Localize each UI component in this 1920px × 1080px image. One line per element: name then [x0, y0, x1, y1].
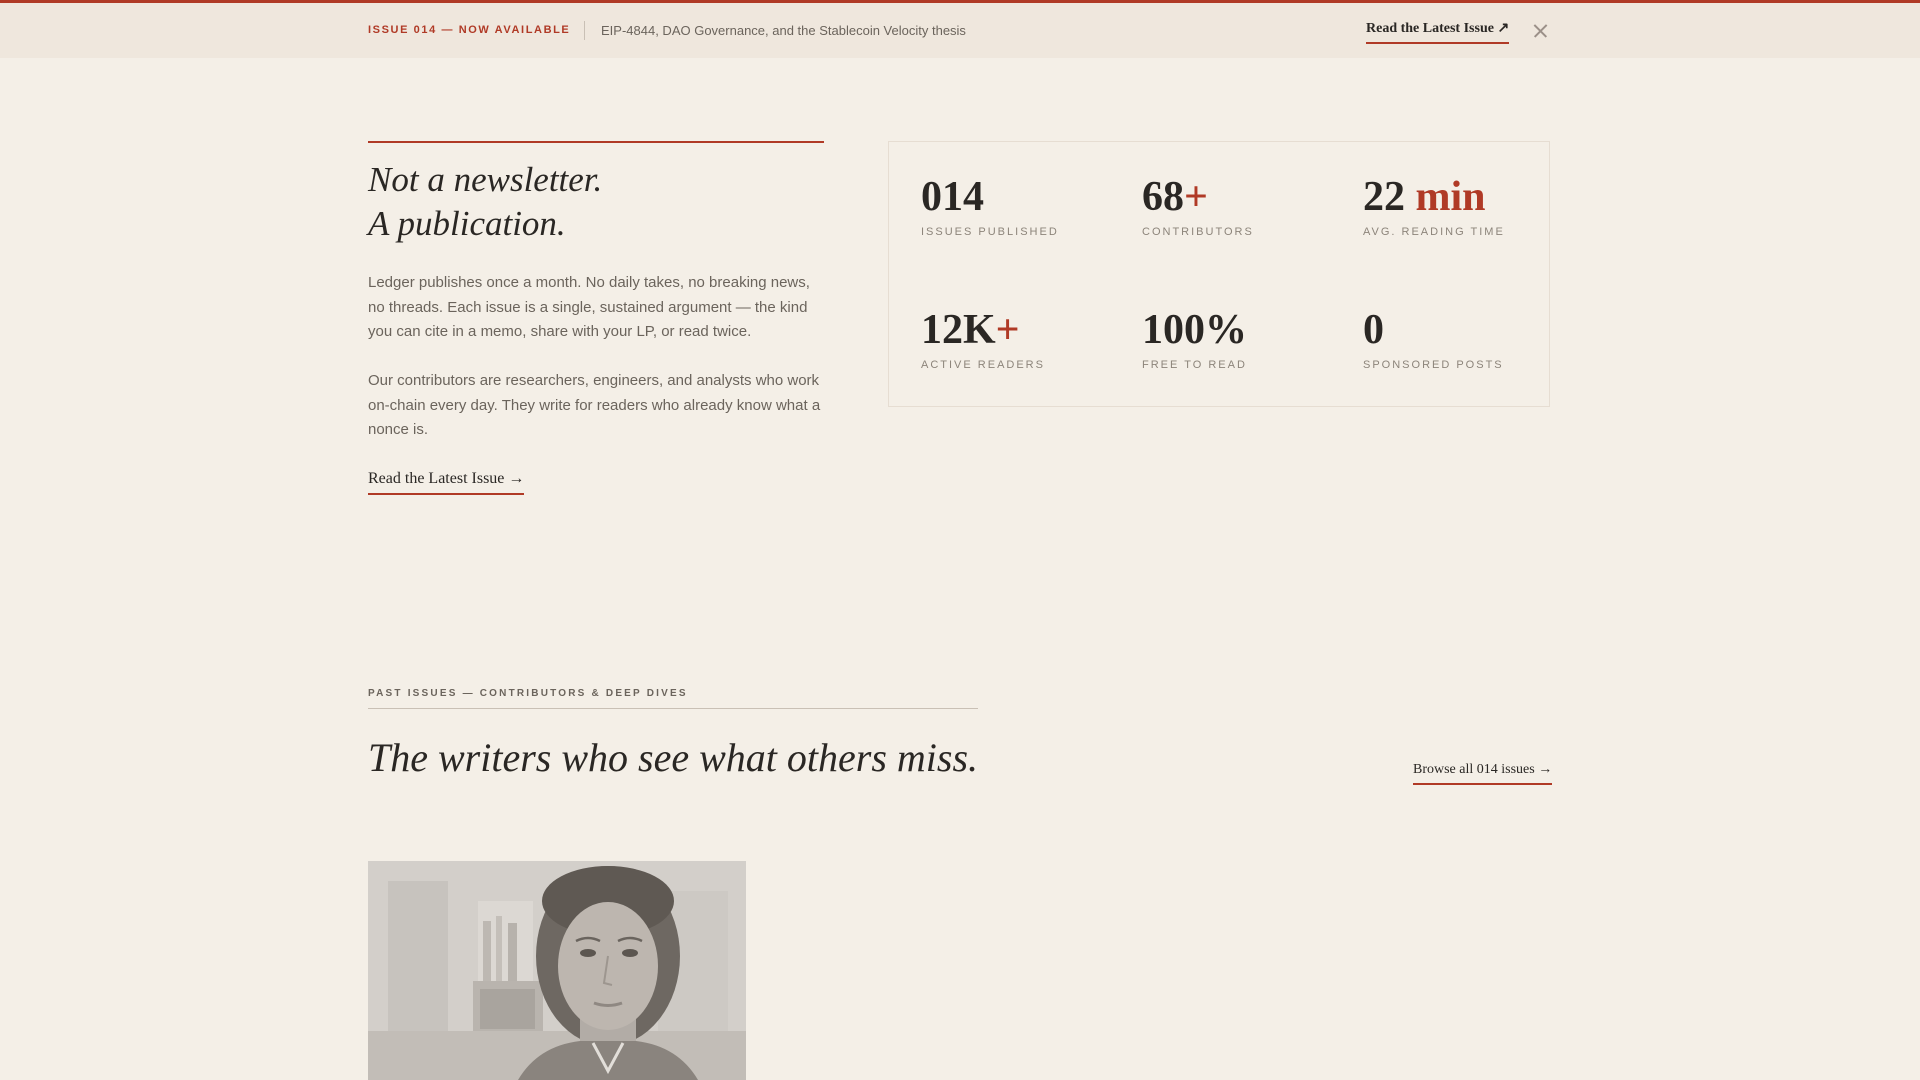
intro-heading: Not a newsletter. A publication.: [368, 158, 602, 246]
announcement-banner: ISSUE 014 — NOW AVAILABLE EIP-4844, DAO …: [0, 3, 1920, 58]
stat-label: ISSUES PUBLISHED: [921, 226, 1059, 238]
past-issues-heading: The writers who see what others miss.: [368, 735, 979, 780]
banner-description: EIP-4844, DAO Governance, and the Stable…: [601, 23, 966, 38]
stat-value: 014: [921, 174, 984, 220]
stat-sponsored-posts: 0 SPONSORED POSTS: [1363, 307, 1504, 371]
portrait-image: [368, 861, 746, 1080]
stat-free-to-read: 100% FREE TO READ: [1142, 307, 1247, 371]
stat-active-readers: 12K+ ACTIVE READERS: [921, 307, 1045, 371]
intro-heading-line-2: A publication.: [368, 204, 566, 243]
stat-issues-published: 014 ISSUES PUBLISHED: [921, 174, 1059, 238]
stat-value: 0: [1363, 307, 1384, 353]
browse-all-issues-link[interactable]: Browse all 014 issues →: [1413, 762, 1553, 785]
past-issues-rule: [368, 708, 978, 709]
stat-label: CONTRIBUTORS: [1142, 226, 1254, 238]
intro-paragraph-2: Our contributors are researchers, engine…: [368, 372, 821, 438]
stat-contributors: 68+ CONTRIBUTORS: [1142, 174, 1254, 238]
stat-label: AVG. READING TIME: [1363, 226, 1505, 238]
intro-paragraph-1: Ledger publishes once a month. No daily …: [368, 274, 810, 340]
banner-divider: [584, 21, 585, 40]
banner-issue-tag: ISSUE 014 — NOW AVAILABLE: [368, 24, 571, 36]
intro-read-latest-link[interactable]: Read the Latest Issue →: [368, 470, 525, 495]
banner-read-latest-link[interactable]: Read the Latest Issue ↗: [1366, 20, 1510, 44]
stat-value: 12K+: [921, 307, 1020, 353]
stat-label: ACTIVE READERS: [921, 359, 1045, 371]
stat-value: 68+: [1142, 174, 1208, 220]
stat-value: 100%: [1142, 307, 1247, 353]
stat-label: FREE TO READ: [1142, 359, 1247, 371]
contributor-portrait[interactable]: [368, 861, 746, 1080]
intro-heading-line-1: Not a newsletter.: [368, 160, 603, 199]
stat-value: 22 min: [1363, 174, 1486, 220]
stat-reading-time: 22 min AVG. READING TIME: [1363, 174, 1505, 238]
intro-accent-rule: [368, 141, 824, 143]
stat-label: SPONSORED POSTS: [1363, 359, 1504, 371]
stats-card: 014 ISSUES PUBLISHED 68+ CONTRIBUTORS 22…: [888, 141, 1550, 407]
close-icon[interactable]: [1530, 21, 1550, 41]
past-issues-kicker: PAST ISSUES — CONTRIBUTORS & DEEP DIVES: [368, 688, 688, 699]
